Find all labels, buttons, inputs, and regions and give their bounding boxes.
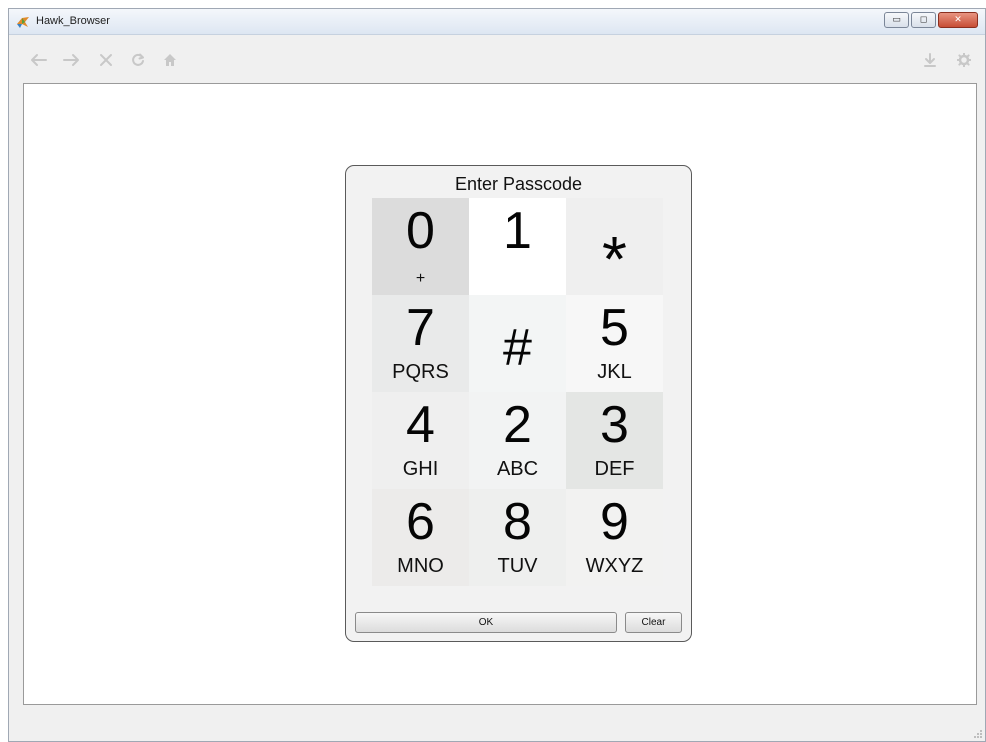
browser-window: Hawk_Browser ▭ ◻ ✕ Enter Passcode 0 + 1 … <box>8 8 986 742</box>
key-letters: MNO <box>397 555 444 577</box>
key-5[interactable]: 5 JKL <box>566 295 663 392</box>
close-button[interactable]: ✕ <box>938 12 978 28</box>
key-0[interactable]: 0 + <box>372 198 469 295</box>
forward-arrow-icon <box>63 54 79 66</box>
home-button[interactable] <box>159 49 181 71</box>
maximize-button[interactable]: ◻ <box>911 12 936 28</box>
key-letters: ABC <box>496 458 539 480</box>
home-icon <box>164 54 176 66</box>
minimize-button[interactable]: ▭ <box>884 12 909 28</box>
key-digit: 1 <box>503 202 532 260</box>
dialog-title: Enter Passcode <box>454 174 583 194</box>
key-6[interactable]: 6 MNO <box>372 489 469 586</box>
key-3[interactable]: 3 DEF <box>566 392 663 489</box>
reload-icon <box>132 53 144 66</box>
key-digit: 3 <box>600 396 629 454</box>
download-icon <box>924 53 936 67</box>
clear-button[interactable]: Clear <box>625 612 682 633</box>
key-hash[interactable]: # <box>469 295 566 392</box>
key-letters: DEF <box>594 458 635 480</box>
key-4[interactable]: 4 GHI <box>372 392 469 489</box>
key-2[interactable]: 2 ABC <box>469 392 566 489</box>
navigation-toolbar <box>9 35 985 83</box>
ok-button[interactable]: OK <box>355 612 617 633</box>
key-letters: TUV <box>497 555 538 577</box>
key-digit: 4 <box>406 396 435 454</box>
back-button[interactable] <box>27 49 49 71</box>
key-symbol: * <box>602 223 627 295</box>
settings-button[interactable] <box>953 49 975 71</box>
key-letters: WXYZ <box>585 555 644 577</box>
key-digit: 8 <box>503 493 532 551</box>
web-content-area: Enter Passcode 0 + 1 * 7 PQRS # 5 JKL 4 … <box>23 83 977 705</box>
keypad: 0 + 1 * 7 PQRS # 5 JKL 4 GHI 2 ABC 3 DEF… <box>372 198 663 586</box>
settings-gear-icon <box>957 53 971 67</box>
key-1[interactable]: 1 <box>469 198 566 295</box>
key-7[interactable]: 7 PQRS <box>372 295 469 392</box>
key-digit: 6 <box>406 493 435 551</box>
key-star[interactable]: * <box>566 198 663 295</box>
key-digit: 7 <box>406 299 435 357</box>
key-8[interactable]: 8 TUV <box>469 489 566 586</box>
key-letters: GHI <box>402 458 439 480</box>
key-digit: 2 <box>503 396 532 454</box>
forward-button[interactable] <box>61 49 83 71</box>
passcode-dialog: Enter Passcode 0 + 1 * 7 PQRS # 5 JKL 4 … <box>345 165 692 642</box>
download-button[interactable] <box>919 49 941 71</box>
back-arrow-icon <box>31 54 47 66</box>
stop-icon <box>100 54 112 66</box>
window-controls: ▭ ◻ ✕ <box>884 12 978 28</box>
key-digit: 9 <box>600 493 629 551</box>
key-subtext: + <box>415 270 426 287</box>
title-bar[interactable]: Hawk_Browser ▭ ◻ ✕ <box>9 9 985 35</box>
resize-grip-icon[interactable] <box>973 729 983 739</box>
key-digit: 5 <box>600 299 629 357</box>
key-letters: PQRS <box>392 361 449 383</box>
key-9[interactable]: 9 WXYZ <box>566 489 663 586</box>
stop-button[interactable] <box>95 49 117 71</box>
key-digit: 0 <box>406 202 435 260</box>
window-title: Hawk_Browser <box>36 15 110 27</box>
key-letters: JKL <box>597 361 632 383</box>
reload-button[interactable] <box>127 49 149 71</box>
key-symbol: # <box>503 319 532 377</box>
hawk-app-icon <box>17 17 29 28</box>
